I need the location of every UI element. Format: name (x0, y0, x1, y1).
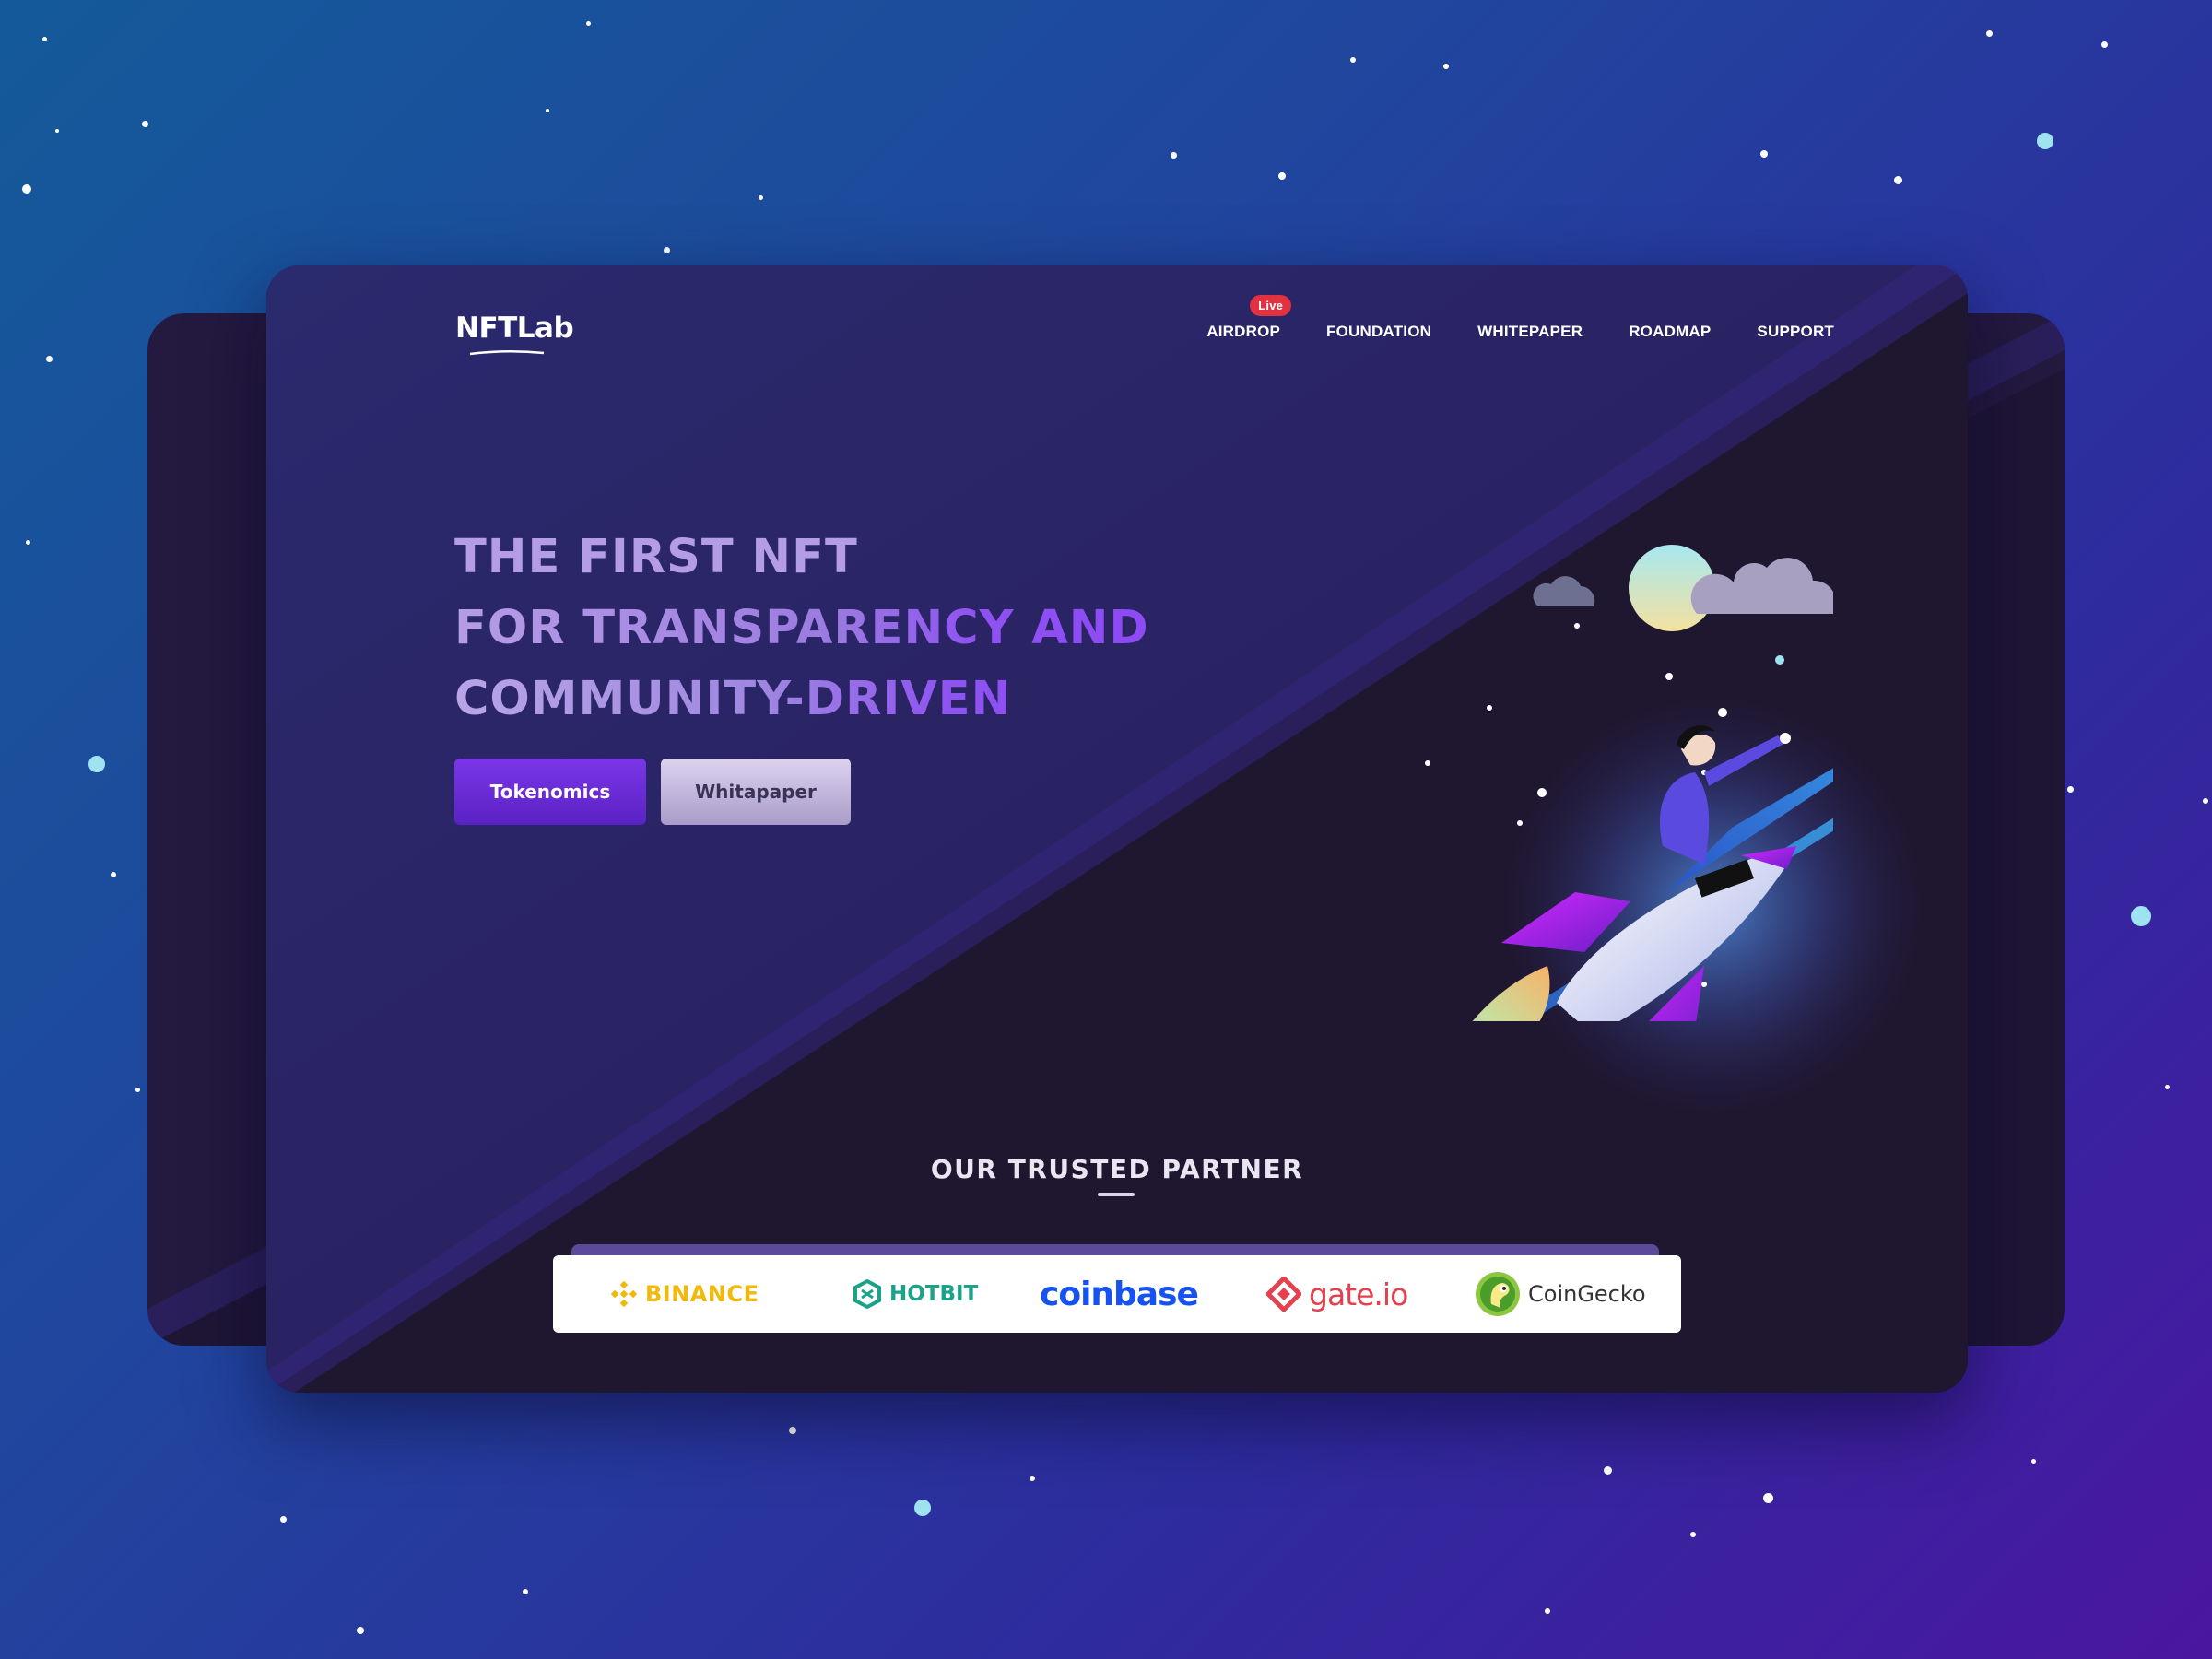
nav-whitepaper-label: WHITEPAPER (1477, 323, 1583, 340)
nav-roadmap[interactable]: ROADMAP (1629, 323, 1711, 341)
cloud-icon (1533, 576, 1595, 606)
star (142, 121, 148, 127)
star (280, 1516, 287, 1523)
partners-bar: BINANCE HOTBIT coinbase gate.io CoinGeck… (553, 1255, 1681, 1333)
nav-roadmap-label: ROADMAP (1629, 323, 1712, 340)
whitepaper-button[interactable]: Whitapaper (661, 759, 851, 825)
star (586, 21, 591, 26)
partner-hotbit[interactable]: HOTBIT (853, 1255, 978, 1333)
partner-coinbase[interactable]: coinbase (1040, 1255, 1199, 1333)
hotbit-icon (853, 1279, 881, 1309)
star (546, 109, 549, 112)
nftlab-logo[interactable]: NFTLab (455, 312, 574, 356)
hero-headline: THE FIRST NFT FOR TRANSPARENCY AND COMMU… (454, 522, 1149, 735)
star (1350, 57, 1356, 63)
star (2131, 906, 2151, 926)
star (46, 356, 53, 362)
star (2031, 1459, 2036, 1464)
nav-support-label: SUPPORT (1757, 323, 1834, 340)
star (357, 1627, 364, 1634)
rocket-illustration (1425, 545, 1833, 1021)
partners-title-underline (1098, 1193, 1135, 1196)
star (2165, 1085, 2170, 1089)
star (1986, 30, 1993, 37)
gate-icon (1266, 1277, 1301, 1312)
star (2101, 41, 2108, 48)
star (1171, 152, 1177, 159)
nav-airdrop[interactable]: Live AIRDROP (1206, 295, 1292, 341)
star (55, 129, 59, 133)
star (1545, 1608, 1550, 1614)
partner-coingecko[interactable]: CoinGecko (1475, 1255, 1646, 1333)
partners-title: OUR TRUSTED PARTNER (930, 1154, 1304, 1184)
star (42, 37, 47, 41)
star (1278, 172, 1286, 180)
nav-foundation-label: FOUNDATION (1326, 323, 1432, 340)
star (914, 1500, 931, 1516)
main-nav: Live AIRDROP FOUNDATION WHITEPAPER ROADM… (1206, 295, 1834, 341)
star (26, 540, 30, 545)
star (1443, 64, 1449, 69)
star (135, 1088, 140, 1092)
star (1763, 1493, 1773, 1503)
binance-icon (610, 1280, 638, 1308)
headline-line-3: COMMUNITY-DRIVEN (454, 664, 1149, 735)
hotbit-label: HOTBIT (889, 1282, 979, 1306)
star (2203, 798, 2208, 804)
gate-label: gate.io (1309, 1276, 1408, 1312)
cloud-icon (1690, 558, 1833, 614)
star (1604, 1466, 1612, 1475)
star (2037, 133, 2053, 149)
hero-card: NFTLab Live AIRDROP FOUNDATION WHITEPAPE… (266, 265, 1968, 1393)
nav-whitepaper[interactable]: WHITEPAPER (1477, 323, 1583, 341)
coingecko-label: CoinGecko (1528, 1281, 1646, 1307)
headline-line-2: FOR TRANSPARENCY AND (454, 593, 1149, 664)
nav-airdrop-label: AIRDROP (1206, 323, 1281, 340)
star (759, 195, 763, 200)
star (111, 872, 116, 877)
partner-binance[interactable]: BINANCE (610, 1255, 759, 1333)
coinbase-label: coinbase (1040, 1275, 1199, 1313)
binance-label: BINANCE (645, 1281, 759, 1307)
logo-text: NFTLab (455, 312, 574, 345)
star (523, 1589, 528, 1594)
star (2067, 786, 2074, 793)
star (789, 1427, 796, 1434)
star (1760, 150, 1768, 158)
star (1030, 1476, 1035, 1481)
coingecko-icon (1476, 1272, 1520, 1316)
partner-gate[interactable]: gate.io (1266, 1255, 1408, 1333)
logo-swoosh (469, 349, 545, 356)
nav-support[interactable]: SUPPORT (1757, 323, 1834, 341)
star (664, 247, 670, 253)
star (22, 184, 31, 194)
headline-line-1: THE FIRST NFT (454, 530, 858, 584)
star (1894, 176, 1902, 184)
star (88, 756, 105, 772)
live-badge: Live (1250, 295, 1292, 316)
tokenomics-button[interactable]: Tokenomics (454, 759, 646, 825)
nav-foundation[interactable]: FOUNDATION (1326, 323, 1431, 341)
star (1690, 1532, 1696, 1537)
